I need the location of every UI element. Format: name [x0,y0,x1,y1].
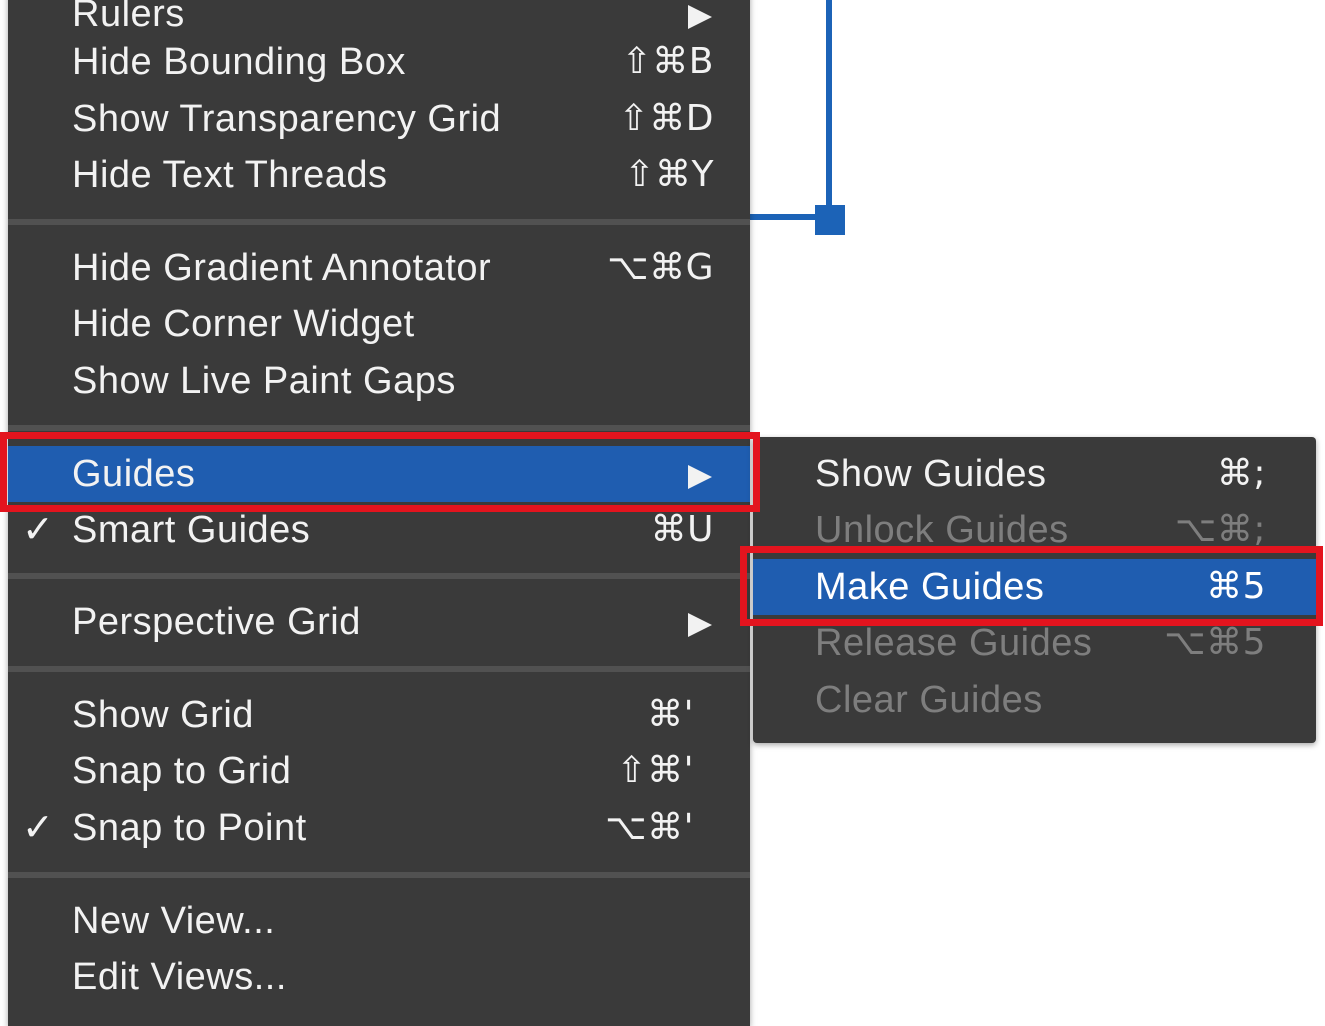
artboard-corner-handle[interactable] [815,205,845,235]
menu-separator [8,573,750,579]
menu-item-shortcut: ⌘' [647,694,694,735]
menu-item-label: Show Live Paint Gaps [72,360,456,402]
menu-item-shortcut: ⌥⌘G [607,247,714,288]
menu-item-label: Hide Text Threads [72,154,388,196]
submenu-item-shortcut: ⌥⌘5 [1164,622,1266,663]
menu-item-hide-bounding-box[interactable]: Hide Bounding Box ⇧⌘B [8,34,750,90]
submenu-item-label: Release Guides [815,622,1093,664]
submenu-item-label: Unlock Guides [815,509,1069,551]
submenu-item-shortcut: ⌘; [1216,453,1266,494]
menu-item-show-transparency-grid[interactable]: Show Transparency Grid ⇧⌘D [8,91,750,147]
menu-item-label: Edit Views... [72,956,287,998]
menu-separator [8,872,750,878]
submenu-item-release-guides: Release Guides ⌥⌘5 [753,615,1316,671]
menu-item-perspective-grid[interactable]: Perspective Grid [8,594,750,650]
menu-item-shortcut: ⇧⌘B [621,41,714,82]
submenu-item-label: Show Guides [815,453,1047,495]
submenu-item-clear-guides: Clear Guides [753,672,1316,728]
menu-item-label: Perspective Grid [72,601,361,643]
view-menu: Rulers Hide Bounding Box ⇧⌘B Show Transp… [8,0,750,1026]
menu-item-label: Guides [72,453,196,495]
menu-item-show-grid[interactable]: Show Grid ⌘' [8,687,750,743]
menu-item-shortcut: ⇧⌘D [618,98,714,139]
submenu-arrow-icon [688,5,712,29]
menu-item-shortcut: ⌥⌘' [605,807,694,848]
submenu-arrow-icon [688,465,712,489]
checkmark-icon: ✓ [22,509,55,551]
guides-submenu: Show Guides ⌘; Unlock Guides ⌥⌘; Make Gu… [753,437,1316,743]
submenu-item-shortcut: ⌘5 [1206,566,1266,607]
menu-item-edit-views[interactable]: Edit Views... [8,949,750,1005]
submenu-item-label: Make Guides [815,566,1045,608]
menu-item-label: New View... [72,900,276,942]
menu-item-snap-to-point[interactable]: ✓ Snap to Point ⌥⌘' [8,800,750,856]
submenu-item-label: Clear Guides [815,679,1043,721]
menu-separator [8,425,750,431]
menu-item-shortcut: ⌘U [650,509,714,550]
menu-item-guides[interactable]: Guides [8,446,750,502]
menu-item-label: Show Grid [72,694,254,736]
menu-item-show-live-paint-gaps[interactable]: Show Live Paint Gaps [8,353,750,409]
menu-item-label: Snap to Grid [72,750,292,792]
menu-item-shortcut: ⇧⌘Y [624,154,714,195]
menu-item-snap-to-grid[interactable]: Snap to Grid ⇧⌘' [8,743,750,799]
artboard-edge-vertical [826,0,832,232]
menu-item-hide-corner-widget[interactable]: Hide Corner Widget [8,296,750,352]
menu-item-label: Snap to Point [72,807,307,849]
menu-item-hide-text-threads[interactable]: Hide Text Threads ⇧⌘Y [8,147,750,203]
menu-separator [8,666,750,672]
menu-item-shortcut: ⇧⌘' [616,750,694,791]
menu-item-label: Show Transparency Grid [72,98,502,140]
submenu-item-unlock-guides: Unlock Guides ⌥⌘; [753,502,1316,558]
submenu-item-make-guides[interactable]: Make Guides ⌘5 [753,559,1316,615]
menu-item-label: Hide Gradient Annotator [72,247,492,289]
menu-item-label: Hide Corner Widget [72,303,415,345]
menu-separator [8,219,750,225]
menu-item-label: Smart Guides [72,509,311,551]
menu-item-new-view[interactable]: New View... [8,893,750,949]
menu-item-hide-gradient-annotator[interactable]: Hide Gradient Annotator ⌥⌘G [8,240,750,296]
menu-item-label: Hide Bounding Box [72,41,406,83]
submenu-item-show-guides[interactable]: Show Guides ⌘; [753,446,1316,502]
submenu-item-shortcut: ⌥⌘; [1174,509,1266,550]
menu-item-smart-guides[interactable]: ✓ Smart Guides ⌘U [8,502,750,558]
submenu-arrow-icon [688,613,712,637]
checkmark-icon: ✓ [22,807,55,849]
